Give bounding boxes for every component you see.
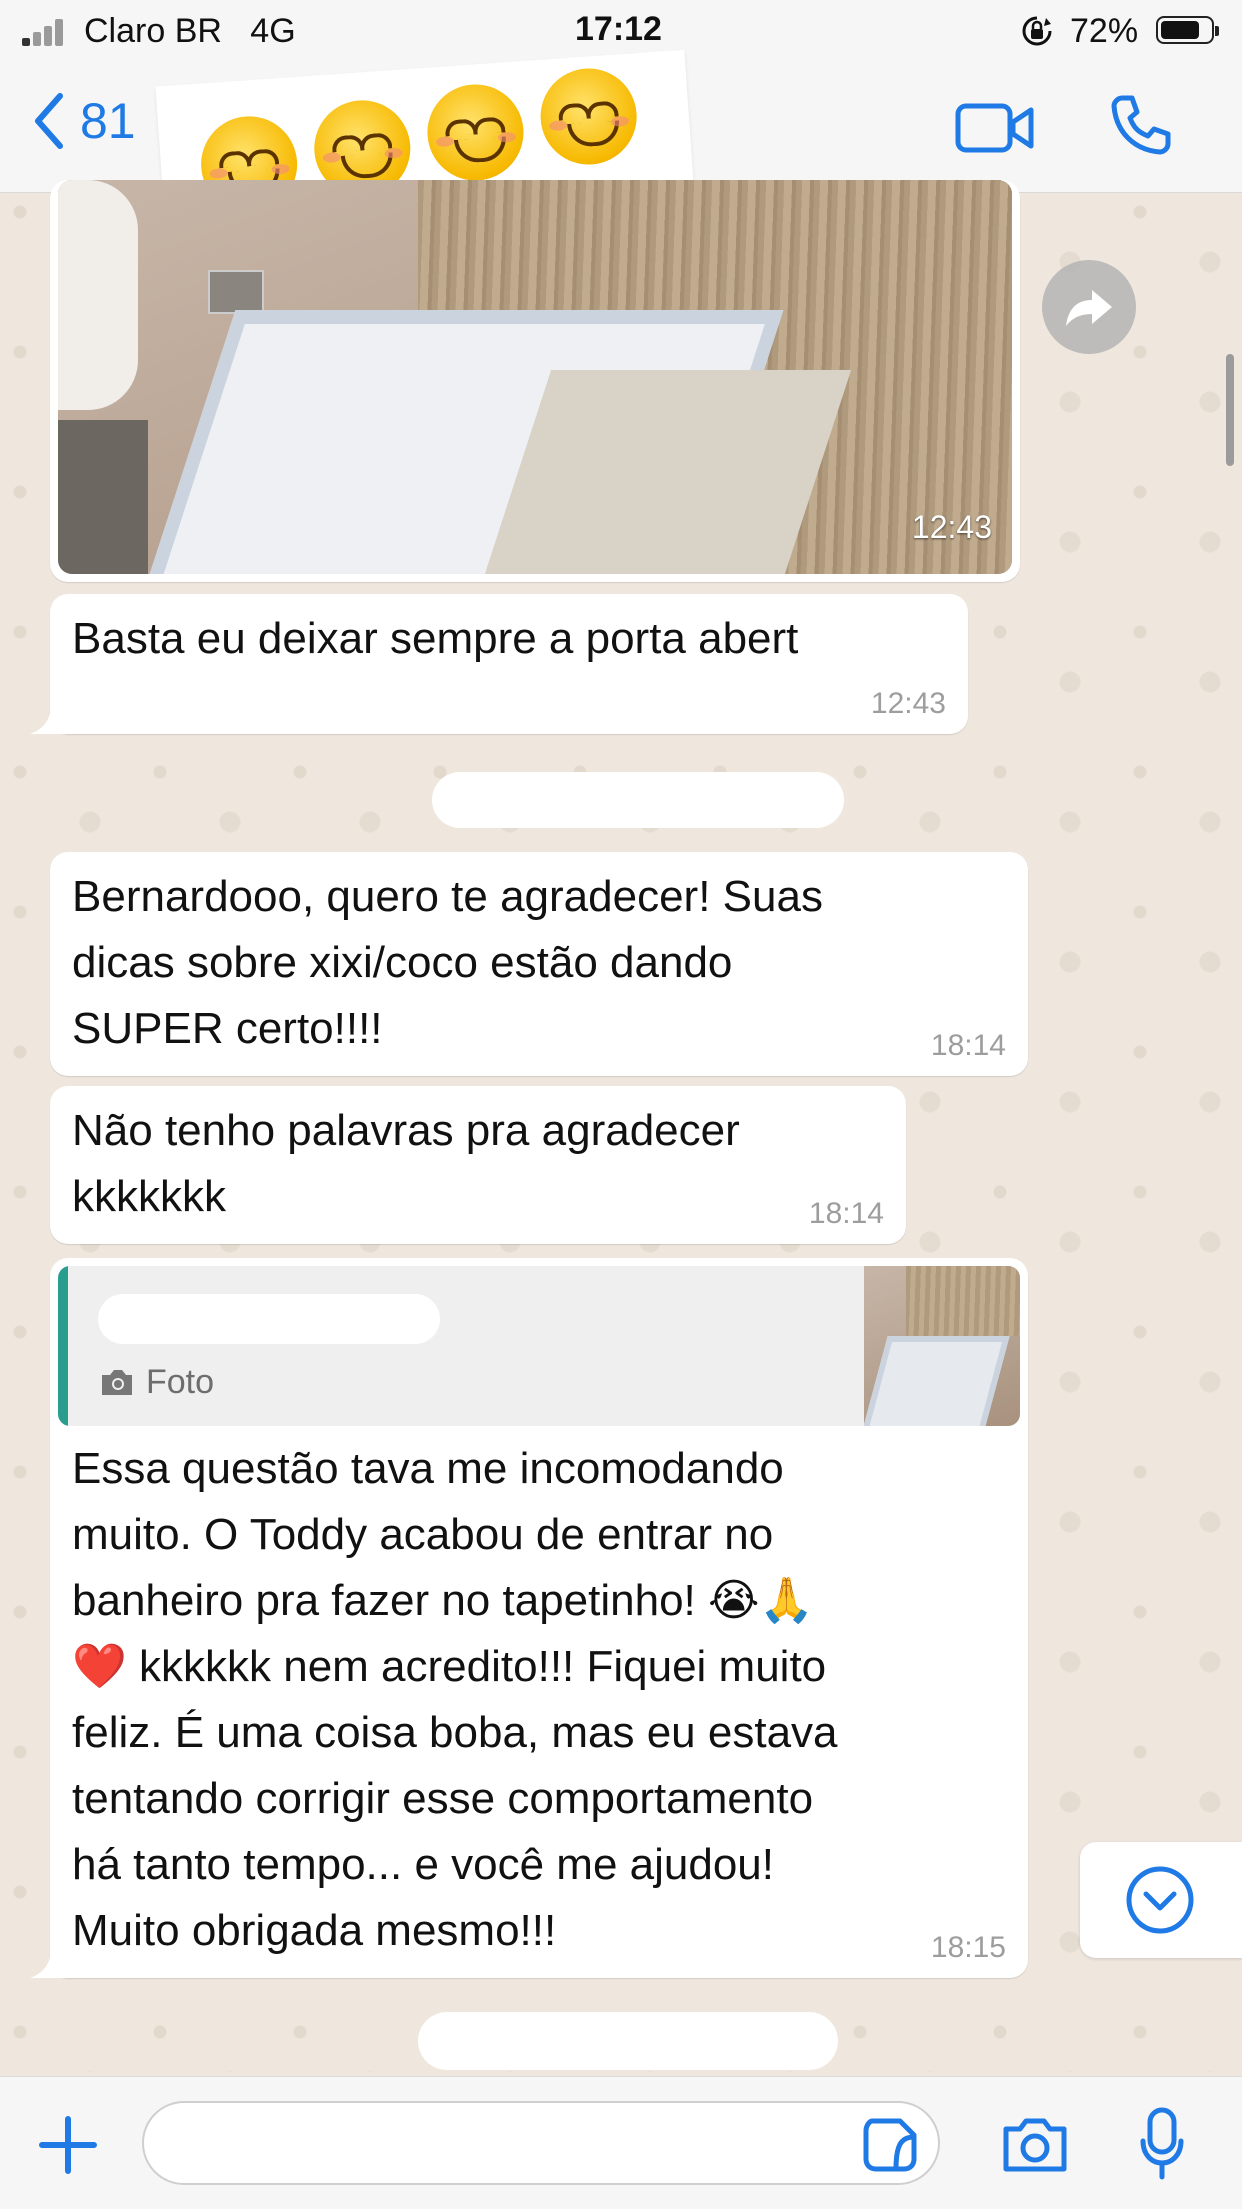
message-bubble[interactable]: Não tenho palavras pra agradecer kkkkkkk… (50, 1086, 906, 1244)
unread-count: 81 (80, 93, 136, 149)
floor-drain (208, 270, 264, 314)
door-latch (58, 420, 148, 574)
message-time: 12:43 (870, 687, 946, 720)
forward-button[interactable] (1042, 260, 1136, 354)
smiling-face-emoji-icon (424, 81, 527, 184)
sticker-icon[interactable] (862, 2117, 918, 2173)
redaction-mark (418, 2012, 838, 2070)
video-call-icon[interactable] (955, 100, 1035, 156)
battery-percent: 72% (1070, 12, 1139, 50)
rotation-lock-icon (1022, 16, 1052, 46)
bubble-tail (30, 1948, 70, 1978)
message-time: 18:14 (808, 1197, 884, 1230)
message-bubble[interactable]: Bernardooo, quero te agradecer! Suas dic… (50, 852, 1028, 1076)
message-time: 18:14 (930, 1029, 1006, 1062)
image-message[interactable]: 12:43 (50, 180, 1020, 582)
smiling-face-emoji-icon (537, 65, 640, 168)
redaction-mark (432, 772, 844, 828)
toilet (58, 180, 138, 410)
status-bar: Claro BR 4G 17:12 72% (0, 0, 1242, 62)
scrollbar[interactable] (1226, 354, 1234, 466)
back-button[interactable]: 81 (28, 90, 136, 152)
network-type: 4G (250, 12, 296, 50)
chevron-down-icon (1126, 1866, 1194, 1934)
clock: 17:12 (575, 10, 662, 48)
signal-strength-icon (22, 18, 72, 46)
carrier-label: Claro BR 4G (84, 12, 296, 50)
message-bubble[interactable]: Basta eu deixar sempre a porta abert 12:… (50, 594, 968, 734)
battery-icon (1156, 16, 1219, 44)
forward-arrow-icon (1066, 290, 1112, 326)
bubble-tail (30, 704, 70, 734)
camera-icon (102, 1370, 132, 1395)
bathroom-photo[interactable]: 12:43 (58, 180, 1012, 574)
message-time: 12:43 (911, 509, 992, 545)
phone-call-icon[interactable] (1108, 92, 1172, 156)
chat-header: 81 (0, 49, 1242, 235)
message-time: 18:15 (930, 1931, 1006, 1964)
message-input-bar (0, 2076, 1242, 2209)
message-text: Basta eu deixar sempre a porta abert (72, 614, 799, 663)
quote-label: Foto (146, 1363, 215, 1401)
quote-thumbnail (864, 1266, 1020, 1426)
message-input[interactable] (142, 2101, 940, 2185)
message-text: Essa questão tava me incomodando muito. … (72, 1444, 838, 1955)
microphone-icon[interactable] (1140, 2107, 1184, 2181)
message-text: Não tenho palavras pra agradecer kkkkkkk (72, 1106, 740, 1221)
quote-accent-bar (58, 1266, 68, 1426)
chevron-left-icon (35, 93, 63, 149)
redaction-mark (98, 1294, 440, 1344)
scroll-to-bottom-button[interactable] (1080, 1842, 1242, 1958)
message-text: Bernardooo, quero te agradecer! Suas dic… (72, 872, 823, 1053)
quoted-message[interactable]: Foto (58, 1266, 1020, 1426)
camera-icon[interactable] (1000, 2113, 1070, 2177)
plus-icon[interactable] (36, 2113, 100, 2177)
reply-message-bubble[interactable]: Foto Essa questão tava me incomodando mu… (50, 1258, 1028, 1978)
